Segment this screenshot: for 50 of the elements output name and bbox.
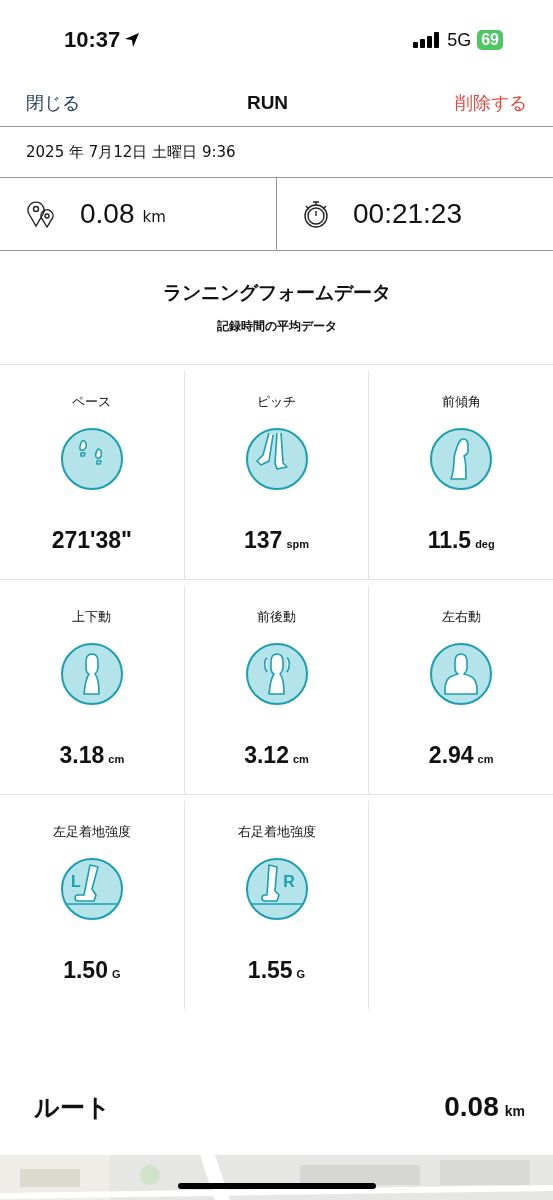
summary-value: 0.08 [80,198,135,230]
delete-button[interactable]: 削除する [455,91,527,115]
summary-unit: km [142,208,166,226]
metric-value: 2.94 [428,742,474,769]
section-subtitle: 記録時間の平均データ [216,318,337,335]
metric-value: 271'38" [51,527,132,554]
section-title: ランニングフォームデータ [162,280,391,305]
date-text: 2025 年 7月12日 土曜日 9:36 [26,142,236,162]
signal-icon [413,32,442,48]
route-unit: km [504,1103,525,1119]
metric-value: 3.12 [244,742,289,769]
footprints-icon [59,427,124,491]
metric-label: 左足着地強度 [52,823,131,841]
status-time: 10:37 [64,27,121,53]
location-pins-icon [26,200,56,228]
screen-title: RUN [246,92,289,114]
metric-unit: cm [292,753,309,765]
summary-value: 00:21:23 [353,198,462,230]
metric-value: 1.50 [63,957,108,984]
metric-unit: G [296,968,306,980]
metric-label: 右足着地強度 [237,823,316,841]
route-label: ルート [34,1091,111,1124]
metric-unit: G [111,968,121,980]
metric-label: 前後動 [257,608,296,626]
metric-value: 3.18 [59,742,105,769]
stopwatch-icon [303,199,329,229]
person-icon [59,642,124,706]
metric-unit: deg [475,538,495,550]
battery-indicator: 69 [477,30,503,50]
foot-icon: R [244,857,309,921]
close-button[interactable]: 閉じる [26,91,80,115]
route-value: 0.08 [444,1091,499,1123]
metric-value: 1.55 [247,957,293,984]
metric-label: 左右動 [441,608,481,626]
metric-unit: cm [108,753,125,765]
metric-label: 前傾角 [441,393,481,411]
foot-icon: L [59,857,124,921]
metric-label: 上下動 [72,608,112,626]
location-arrow-icon [124,32,141,48]
person-icon [244,642,309,706]
person-icon [429,642,494,706]
network-label: 5G [447,29,472,51]
metric-value: 11.5 [427,527,472,554]
metric-value: 137 [244,527,283,554]
metric-label: ピッチ [257,393,296,411]
metric-unit: spm [286,538,309,550]
walking-legs-icon [244,427,309,491]
metric-label: ペース [72,393,112,411]
posture-icon [429,427,494,491]
metric-unit: cm [477,753,494,765]
